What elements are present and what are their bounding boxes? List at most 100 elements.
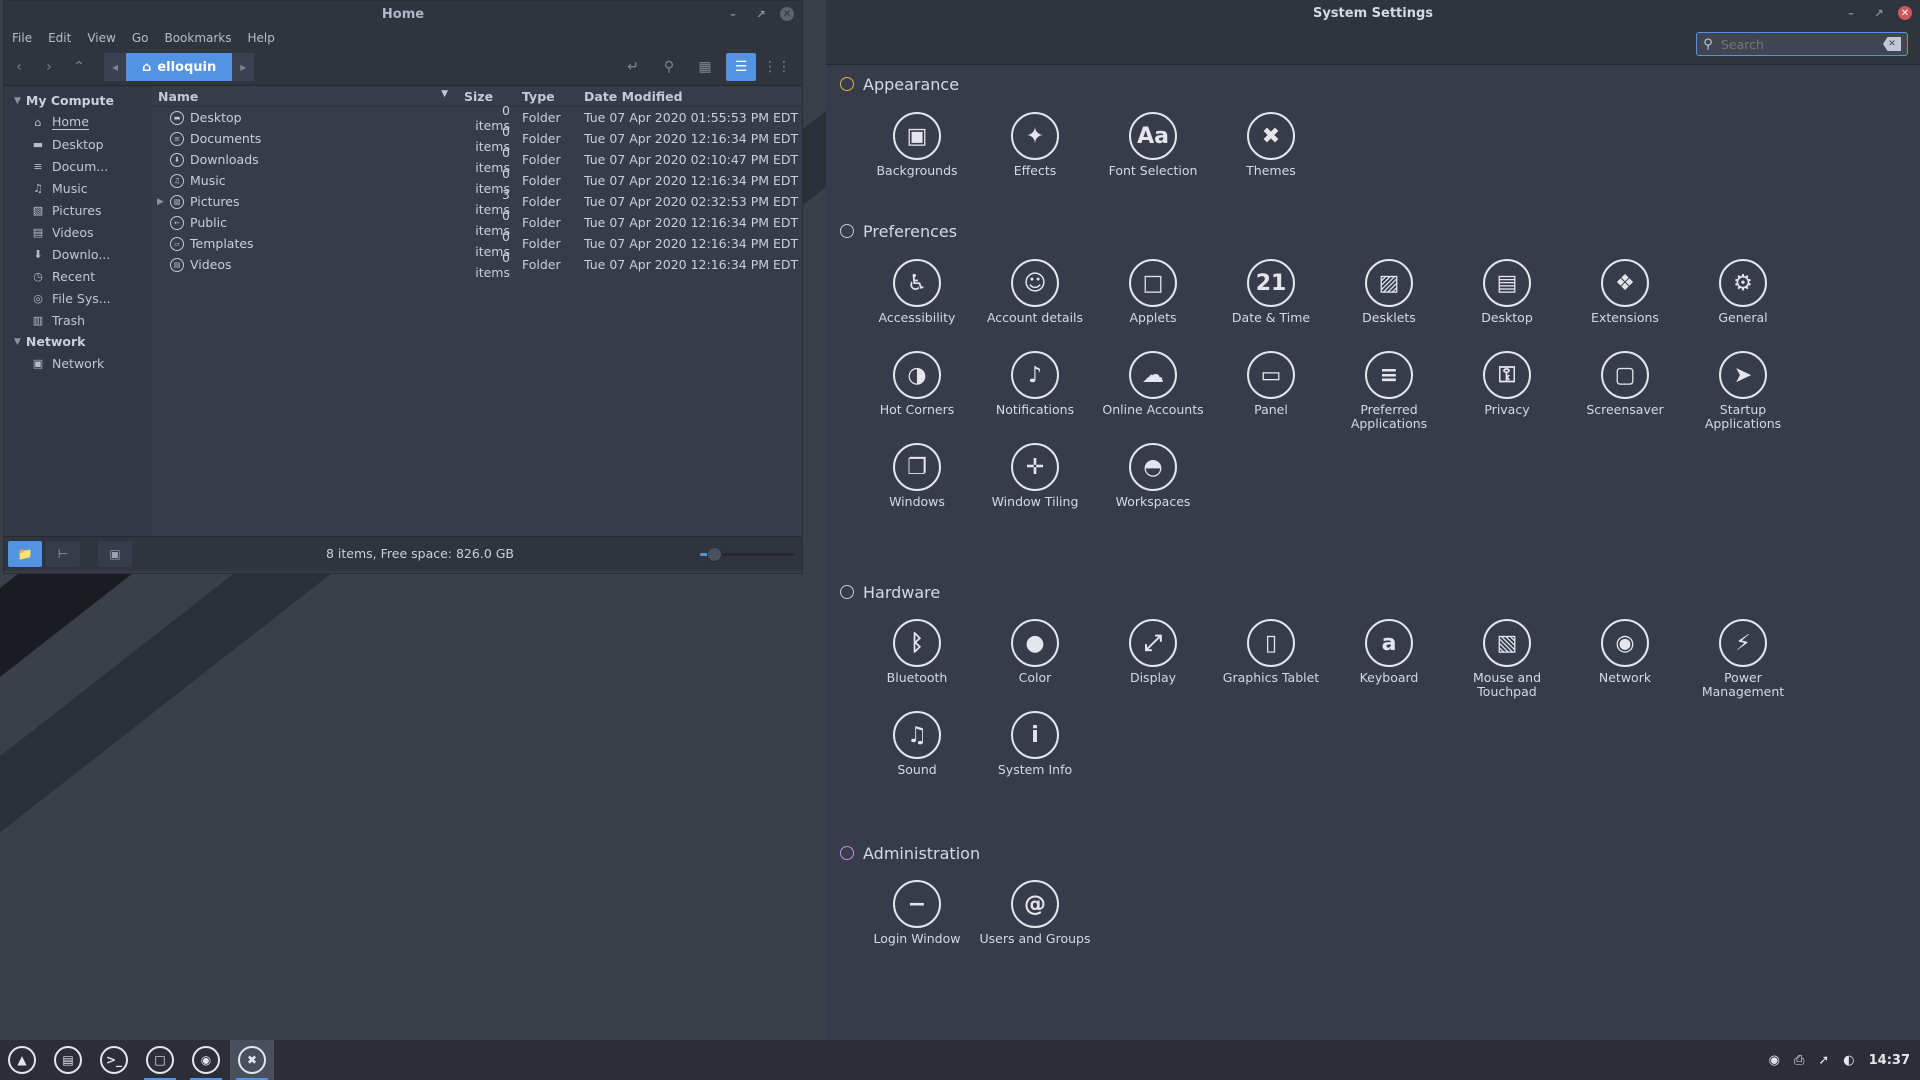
settings-item-desktop[interactable]: ▤ Desktop	[1448, 257, 1566, 349]
settings-item-accessibility[interactable]: ♿ Accessibility	[858, 257, 976, 349]
menu-edit[interactable]: Edit	[48, 31, 71, 45]
volume-icon[interactable]: ◐	[1843, 1053, 1854, 1068]
column-name[interactable]: Name ▼	[152, 89, 458, 104]
settings-item-sound[interactable]: ♫ Sound	[858, 709, 976, 801]
toggle-location-button[interactable]: ↵	[618, 53, 648, 81]
icon-view-button[interactable]: ▦	[690, 53, 720, 81]
files-launcher[interactable]: □	[138, 1040, 182, 1080]
settings-item-system-info[interactable]: i System Info	[976, 709, 1094, 801]
settings-item-login-window[interactable]: − Login Window	[858, 878, 976, 970]
settings-item-notifications[interactable]: ♪ Notifications	[976, 349, 1094, 441]
column-size[interactable]: Size	[458, 89, 516, 104]
settings-item-power-management[interactable]: ⚡ Power Management	[1684, 617, 1802, 709]
network-tray-icon[interactable]: ➚	[1818, 1053, 1829, 1068]
settings-titlebar[interactable]: System Settings – ↗ ✕	[826, 0, 1920, 26]
settings-item-screensaver[interactable]: ▢ Screensaver	[1566, 349, 1684, 441]
settings-item-online-accounts[interactable]: ☁ Online Accounts	[1094, 349, 1212, 441]
settings-item-date-time[interactable]: 21 Date & Time	[1212, 257, 1330, 349]
forward-button[interactable]: ›	[34, 53, 64, 81]
steam-tray-icon[interactable]: ◉	[1769, 1053, 1780, 1068]
menu-bookmarks[interactable]: Bookmarks	[164, 31, 231, 45]
settings-item-themes[interactable]: ✖ Themes	[1212, 110, 1330, 202]
list-view-button[interactable]: ☰	[726, 53, 756, 81]
column-type[interactable]: Type	[516, 89, 578, 104]
search-input[interactable]	[1719, 35, 1883, 53]
menu-view[interactable]: View	[87, 31, 115, 45]
terminal-launcher[interactable]: >_	[92, 1040, 136, 1080]
settings-launcher[interactable]: ✖	[230, 1040, 274, 1080]
settings-item-graphics-tablet[interactable]: ▯ Graphics Tablet	[1212, 617, 1330, 709]
sidebar-item-downlo[interactable]: ⬇ Downlo...	[4, 243, 152, 265]
maximize-button[interactable]: ↗	[752, 5, 770, 23]
column-date[interactable]: Date Modified	[578, 89, 802, 104]
up-button[interactable]: ⌃	[64, 53, 94, 81]
breadcrumb-left-button[interactable]: ◂	[104, 53, 126, 81]
sidebar-item-file-sys[interactable]: ◎ File Sys...	[4, 287, 152, 309]
settings-item-backgrounds[interactable]: ▣ Backgrounds	[858, 110, 976, 202]
settings-item-display[interactable]: ⤢ Display	[1094, 617, 1212, 709]
sidebar-item-network[interactable]: ▣ Network	[4, 352, 152, 374]
expander-closed-icon[interactable]: ▶	[157, 197, 164, 207]
table-row[interactable]: ▤ Videos 0 items Folder Tue 07 Apr 2020 12:1…	[152, 250, 802, 280]
search-box[interactable]: ⚲ ✕	[1696, 32, 1908, 56]
sidebar-section-my-computer[interactable]: ▼ My Compute	[4, 90, 152, 111]
settings-item-general[interactable]: ⚙ General	[1684, 257, 1802, 349]
breadcrumb-home-button[interactable]: ⌂ elloquin	[126, 53, 233, 81]
clear-search-icon[interactable]: ✕	[1883, 37, 1901, 51]
minimize-button[interactable]: –	[724, 5, 742, 23]
zoom-slider-handle[interactable]	[707, 547, 723, 562]
zoom-slider[interactable]	[700, 547, 794, 562]
back-button[interactable]: ‹	[4, 53, 34, 81]
settings-item-color[interactable]: ● Color	[976, 617, 1094, 709]
settings-item-users-and-groups[interactable]: @ Users and Groups	[976, 878, 1094, 970]
settings-item-mouse-and-touchpad[interactable]: ▧ Mouse and Touchpad	[1448, 617, 1566, 709]
sidebar-item-music[interactable]: ♫ Music	[4, 177, 152, 199]
settings-item-effects[interactable]: ✦ Effects	[976, 110, 1094, 202]
settings-item-keyboard[interactable]: a Keyboard	[1330, 617, 1448, 709]
steam-launcher[interactable]: ◉	[184, 1040, 228, 1080]
close-button[interactable]: ✕	[780, 7, 794, 21]
fm-titlebar[interactable]: Home – ↗ ✕	[4, 1, 802, 27]
sidebar-item-recent[interactable]: ◷ Recent	[4, 265, 152, 287]
settings-item-privacy[interactable]: ⚿ Privacy	[1448, 349, 1566, 441]
compact-view-button[interactable]: ⋮⋮	[762, 53, 792, 81]
show-desktop-launcher[interactable]: ▤	[46, 1040, 90, 1080]
panel-icon: ▭	[1247, 351, 1295, 399]
settings-item-account-details[interactable]: ☺ Account details	[976, 257, 1094, 349]
close-button[interactable]: ✕	[1898, 6, 1912, 20]
show-places-button[interactable]: 📁	[8, 541, 42, 567]
menu-go[interactable]: Go	[132, 31, 149, 45]
minimize-button[interactable]: –	[1842, 4, 1860, 22]
menu-file[interactable]: File	[12, 31, 32, 45]
hide-sidebar-button[interactable]: ▣	[98, 541, 132, 567]
settings-item-window-tiling[interactable]: ✛ Window Tiling	[976, 441, 1094, 533]
maximize-button[interactable]: ↗	[1870, 4, 1888, 22]
search-button[interactable]: ⚲	[654, 53, 684, 81]
sidebar-item-videos[interactable]: ▤ Videos	[4, 221, 152, 243]
sidebar-item-home[interactable]: ⌂ Home	[4, 111, 152, 133]
settings-item-font-selection[interactable]: Aa Font Selection	[1094, 110, 1212, 202]
menu-help[interactable]: Help	[248, 31, 275, 45]
sidebar-item-trash[interactable]: ▥ Trash	[4, 309, 152, 331]
settings-item-preferred-applications[interactable]: ≡ Preferred Applications	[1330, 349, 1448, 441]
files-icon: □	[146, 1046, 174, 1074]
settings-item-bluetooth[interactable]: ᛒ Bluetooth	[858, 617, 976, 709]
settings-item-windows[interactable]: ❐ Windows	[858, 441, 976, 533]
settings-item-workspaces[interactable]: ◓ Workspaces	[1094, 441, 1212, 533]
menu-button[interactable]: ▲	[0, 1040, 44, 1080]
breadcrumb-right-button[interactable]: ▸	[232, 53, 255, 81]
settings-item-hot-corners[interactable]: ◑ Hot Corners	[858, 349, 976, 441]
settings-item-panel[interactable]: ▭ Panel	[1212, 349, 1330, 441]
show-tree-button[interactable]: ⊢	[46, 541, 80, 567]
settings-item-startup-applications[interactable]: ➤ Startup Applications	[1684, 349, 1802, 441]
settings-item-extensions[interactable]: ❖ Extensions	[1566, 257, 1684, 349]
sidebar-item-desktop[interactable]: ▬ Desktop	[4, 133, 152, 155]
settings-item-network[interactable]: ◉ Network	[1566, 617, 1684, 709]
sidebar-section-network[interactable]: ▼ Network	[4, 331, 152, 352]
sidebar-item-pictures[interactable]: ▧ Pictures	[4, 199, 152, 221]
printer-icon[interactable]: ⎙	[1794, 1053, 1804, 1068]
settings-item-desklets[interactable]: ▨ Desklets	[1330, 257, 1448, 349]
sidebar-item-docum[interactable]: ≡ Docum...	[4, 155, 152, 177]
settings-item-applets[interactable]: □ Applets	[1094, 257, 1212, 349]
clock[interactable]: 14:37	[1869, 1053, 1910, 1068]
